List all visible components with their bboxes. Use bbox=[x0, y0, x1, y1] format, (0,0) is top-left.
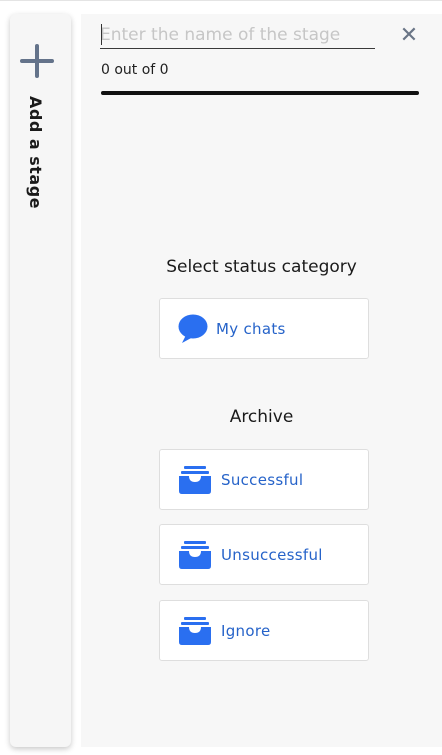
add-stage-button[interactable]: Add a stage bbox=[10, 14, 71, 747]
my-chats-button[interactable]: My chats bbox=[159, 298, 369, 359]
chat-bubble-icon bbox=[178, 314, 208, 343]
inbox-tray-icon bbox=[179, 616, 211, 645]
inbox-tray-icon bbox=[179, 540, 211, 569]
status-category-title: Select status category bbox=[166, 257, 357, 277]
plus-icon bbox=[20, 44, 54, 78]
text-cursor bbox=[101, 24, 102, 45]
stage-count-text: 0 out of 0 bbox=[101, 62, 169, 78]
unsuccessful-label: Unsuccessful bbox=[221, 545, 323, 564]
archive-title: Archive bbox=[229, 407, 294, 427]
successful-button[interactable]: Successful bbox=[159, 449, 369, 510]
inbox-tray-icon bbox=[179, 465, 211, 494]
close-icon[interactable]: ✕ bbox=[397, 24, 421, 48]
top-divider bbox=[0, 0, 442, 1]
stage-progress-fill bbox=[101, 91, 419, 95]
add-stage-label: Add a stage bbox=[26, 96, 45, 209]
ignore-button[interactable]: Ignore bbox=[159, 600, 369, 661]
unsuccessful-button[interactable]: Unsuccessful bbox=[159, 524, 369, 585]
my-chats-label: My chats bbox=[216, 319, 286, 338]
successful-label: Successful bbox=[221, 470, 304, 489]
stage-name-input[interactable] bbox=[100, 22, 375, 49]
stage-editor-panel: ✕ 0 out of 0 Select status category My c… bbox=[81, 14, 442, 747]
stage-progress-bar bbox=[101, 91, 419, 95]
ignore-label: Ignore bbox=[221, 621, 271, 640]
